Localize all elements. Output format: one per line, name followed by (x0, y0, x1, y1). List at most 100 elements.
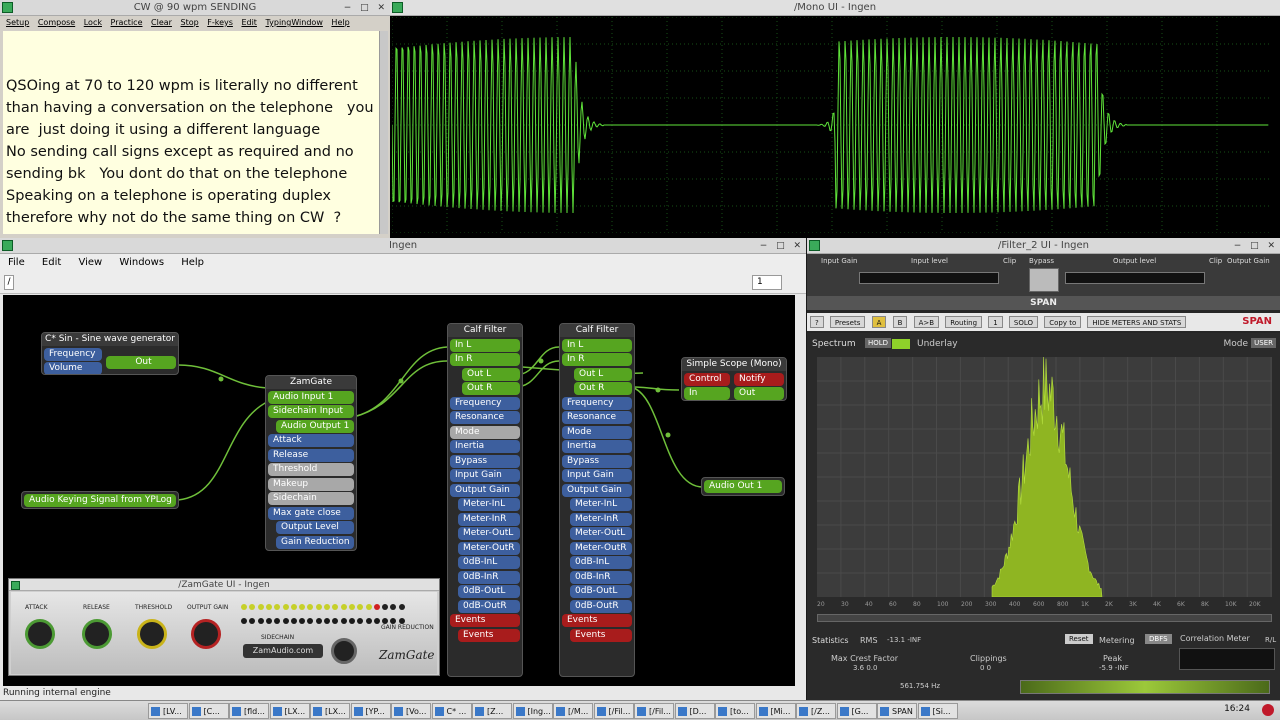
port-mode[interactable]: Mode (562, 425, 632, 439)
port-keying-signal[interactable]: Audio Keying Signal from YPLog (24, 494, 176, 507)
menu-lock[interactable]: Lock (84, 18, 102, 27)
port-sidechain[interactable]: Sidechain (268, 492, 354, 505)
hold-button[interactable]: HOLD (865, 338, 892, 348)
taskbar-item[interactable]: SPAN (877, 703, 917, 719)
port-gain-reduction[interactable]: Gain Reduction (276, 535, 354, 549)
port-audio-out-1[interactable]: Audio Out 1 (704, 480, 782, 493)
port-in-l[interactable]: In L (450, 338, 520, 352)
attack-knob[interactable] (25, 619, 55, 649)
taskbar-item[interactable]: [Mi... (755, 703, 796, 719)
solo-button[interactable]: SOLO (1008, 316, 1039, 328)
taskbar-item[interactable]: [LX... (310, 703, 350, 719)
port-in-l[interactable]: In L (562, 338, 632, 352)
port-0db-inl[interactable]: 0dB-InL (458, 556, 520, 569)
port-events-in[interactable]: Events (450, 614, 520, 627)
channel-field[interactable]: 1 (988, 316, 1003, 328)
taskbar-item[interactable]: [fld... (229, 703, 269, 719)
taskbar-item[interactable]: [LX... (269, 703, 310, 719)
spectrum-scrollbar[interactable] (817, 614, 1272, 622)
calf-filter-1-block[interactable]: Calf Filter In L In R Out L Out R Freque… (447, 323, 523, 677)
port-0db-outl[interactable]: 0dB-OutL (458, 585, 520, 598)
port-0db-outr[interactable]: 0dB-OutR (570, 599, 632, 613)
threshold-knob[interactable] (137, 619, 167, 649)
window-controls[interactable]: − □ ✕ (344, 0, 388, 16)
port-inertia[interactable]: Inertia (562, 440, 632, 453)
bypass-switch[interactable] (1029, 268, 1059, 292)
max-gate-close-knob[interactable] (331, 638, 357, 664)
port-output-gain[interactable]: Output Gain (562, 483, 632, 497)
hide-meters-button[interactable]: HIDE METERS AND STATS (1087, 316, 1187, 328)
menu-edit[interactable]: Edit (241, 18, 257, 27)
port-in-r[interactable]: In R (450, 353, 520, 366)
menu-view[interactable]: View (78, 257, 102, 268)
taskbar-item[interactable]: [Si... (917, 703, 958, 719)
zamgate-block[interactable]: ZamGate Audio Input 1 Sidechain Input Au… (265, 375, 357, 551)
port-in-r[interactable]: In R (562, 353, 632, 366)
power-icon[interactable] (1262, 704, 1274, 716)
cw-titlebar[interactable]: CW @ 90 wpm SENDING − □ ✕ (0, 0, 390, 16)
port-resonance[interactable]: Resonance (450, 411, 520, 424)
taskbar-item[interactable]: [YP... (350, 703, 391, 719)
port-audio-output-1[interactable]: Audio Output 1 (276, 419, 354, 433)
port-control[interactable]: Control (684, 372, 730, 386)
menu-file[interactable]: File (8, 257, 25, 268)
copy-to-button[interactable]: Copy to (1044, 316, 1082, 328)
port-bypass[interactable]: Bypass (450, 454, 520, 468)
taskbar-item[interactable]: C* ... (431, 703, 472, 719)
port-frequency[interactable]: Frequency (562, 396, 632, 410)
menu-help[interactable]: Help (181, 257, 204, 268)
port-meter-outr[interactable]: Meter-OutR (458, 541, 520, 555)
port-max-gate-close[interactable]: Max gate close (268, 506, 354, 520)
port-events-in[interactable]: Events (562, 614, 632, 627)
port-frequency[interactable]: Frequency (44, 347, 102, 361)
port-events-out[interactable]: Events (570, 628, 632, 642)
port-sidechain-input[interactable]: Sidechain Input (268, 405, 354, 418)
port-meter-outl[interactable]: Meter-OutL (570, 527, 632, 540)
keying-input-block[interactable]: Audio Keying Signal from YPLog (21, 491, 179, 509)
taskbar-item[interactable]: [G... (836, 703, 877, 719)
a-button[interactable]: A (871, 316, 887, 328)
taskbar-item[interactable]: [C... (188, 703, 229, 719)
menu-stop[interactable]: Stop (181, 18, 199, 27)
port-out-l[interactable]: Out L (574, 367, 632, 381)
menu-windows[interactable]: Windows (119, 257, 164, 268)
routing-button[interactable]: Routing (945, 316, 983, 328)
port-input-gain[interactable]: Input Gain (562, 469, 632, 482)
port-0db-inl[interactable]: 0dB-InL (570, 556, 632, 569)
port-input-gain[interactable]: Input Gain (450, 469, 520, 482)
port-0db-outl[interactable]: 0dB-OutL (570, 585, 632, 598)
taskbar-item[interactable]: [/Fil... (634, 703, 674, 719)
port-output-level[interactable]: Output Level (276, 521, 354, 534)
output-gain-knob[interactable] (191, 619, 221, 649)
presets-button[interactable]: Presets (829, 316, 866, 328)
port-release[interactable]: Release (268, 448, 354, 462)
reset-button[interactable]: Reset (1065, 634, 1093, 644)
port-notify[interactable]: Notify (734, 372, 784, 386)
port-meter-inl[interactable]: Meter-InL (458, 498, 520, 511)
port-resonance[interactable]: Resonance (562, 411, 632, 424)
ingen-titlebar[interactable]: Ingen − □ ✕ (0, 238, 806, 254)
taskbar-item[interactable]: [Z... (472, 703, 512, 719)
port-output-gain[interactable]: Output Gain (450, 483, 520, 497)
a-to-b-button[interactable]: A>B (913, 316, 940, 328)
release-knob[interactable] (82, 619, 112, 649)
port-out-r[interactable]: Out R (574, 382, 632, 395)
filter2-titlebar[interactable]: /Filter_2 UI - Ingen − □ ✕ (807, 238, 1280, 254)
port-out[interactable]: Out (734, 387, 784, 400)
taskbar-item[interactable]: [to... (715, 703, 755, 719)
taskbar-item[interactable]: [Ing... (512, 703, 553, 719)
port-events-out[interactable]: Events (458, 628, 520, 642)
taskbar-item[interactable]: [/Z... (796, 703, 836, 719)
taskbar-item[interactable]: [/Fil... (593, 703, 634, 719)
window-controls[interactable]: − □ ✕ (760, 238, 804, 254)
menu-practice[interactable]: Practice (111, 18, 143, 27)
zamgate-titlebar[interactable]: /ZamGate UI - Ingen (9, 579, 439, 591)
port-bypass[interactable]: Bypass (562, 454, 632, 468)
port-0db-inr[interactable]: 0dB-InR (458, 570, 520, 584)
port-0db-inr[interactable]: 0dB-InR (570, 570, 632, 584)
cw-text-area[interactable]: QSOing at 70 to 120 wpm is literally no … (3, 31, 380, 234)
dbfs-button[interactable]: DBFS (1145, 634, 1172, 644)
port-threshold[interactable]: Threshold (268, 463, 354, 476)
sine-generator-block[interactable]: C* Sin - Sine wave generator Frequency V… (41, 332, 179, 375)
path-field[interactable]: / (4, 275, 14, 290)
